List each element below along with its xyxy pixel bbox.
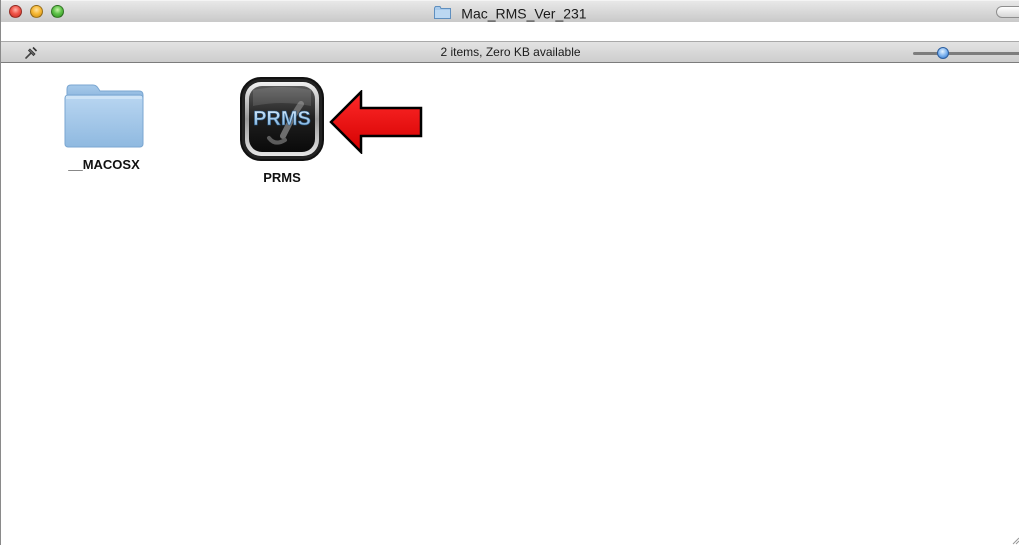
- icon-size-slider[interactable]: [913, 45, 1019, 61]
- prms-app-icon: PRMS: [240, 77, 324, 161]
- finder-window: Mac_RMS_Ver_231 2 items, Zero KB availab…: [0, 0, 1019, 545]
- folder-icon: [64, 84, 144, 148]
- folder-icon: [434, 5, 452, 19]
- title-bar[interactable]: Mac_RMS_Ver_231: [1, 0, 1019, 22]
- toolbar-toggle-button[interactable]: [996, 6, 1019, 18]
- slider-knob[interactable]: [937, 47, 949, 59]
- file-label[interactable]: __MACOSX: [49, 157, 159, 172]
- window-title-text: Mac_RMS_Ver_231: [461, 5, 587, 22]
- file-item-macosx[interactable]: __MACOSX: [49, 83, 159, 172]
- file-item-prms[interactable]: PRMS PRMS: [227, 76, 337, 185]
- content-area[interactable]: __MACOSX PRMS PRMS: [1, 63, 1019, 545]
- prms-icon-text: PRMS: [253, 108, 311, 130]
- slider-track: [913, 52, 1019, 55]
- status-bar: 2 items, Zero KB available: [1, 41, 1019, 63]
- file-label[interactable]: PRMS: [227, 170, 337, 185]
- resize-handle-icon[interactable]: [1012, 537, 1019, 545]
- status-text: 2 items, Zero KB available: [440, 45, 581, 59]
- window-title: Mac_RMS_Ver_231: [1, 3, 1019, 21]
- red-arrow-icon: [329, 90, 423, 154]
